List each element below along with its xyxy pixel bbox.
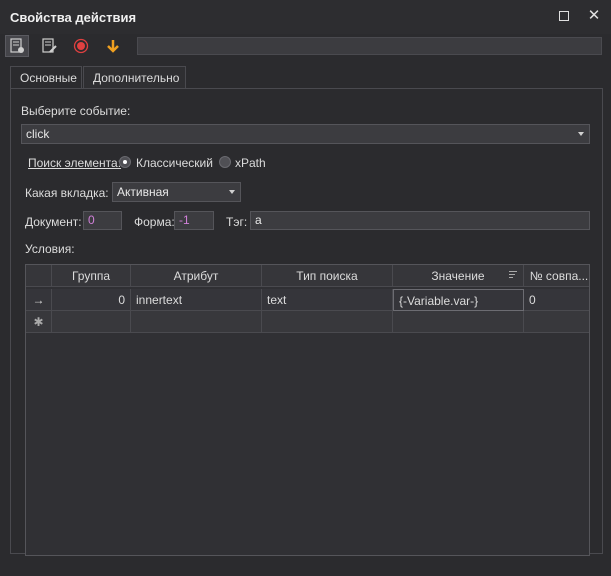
conditions-grid[interactable]: Группа Атрибут Тип поиска Значение № сов… (25, 264, 590, 556)
document-input[interactable]: 0 (83, 211, 122, 230)
browser-tab-select-value: Активная (117, 185, 169, 199)
maximize-button[interactable] (556, 8, 572, 24)
column-header-value[interactable]: Значение (393, 265, 524, 287)
form-input[interactable]: -1 (174, 211, 214, 230)
tab-main[interactable]: Основные (10, 66, 82, 88)
new-cell-value[interactable] (393, 311, 524, 333)
chevron-down-icon (578, 132, 584, 136)
record-button[interactable] (69, 35, 93, 57)
step-down-button[interactable] (101, 35, 125, 57)
event-select-value: click (26, 127, 50, 141)
new-cell-attribute[interactable] (131, 311, 262, 333)
form-label: Форма: (134, 215, 175, 229)
search-element-label: Поиск элемента: (28, 156, 122, 170)
toolbar-input[interactable] (137, 37, 602, 55)
radio-classic[interactable] (119, 156, 131, 168)
cell-attribute[interactable]: innertext (131, 289, 262, 311)
column-header-group[interactable]: Группа (52, 265, 131, 287)
edit-doc-button[interactable] (37, 35, 61, 57)
cell-match-no[interactable]: 0 (524, 289, 589, 311)
tag-label: Тэг: (226, 215, 248, 229)
conditions-label: Условия: (25, 242, 75, 256)
event-label: Выберите событие: (21, 104, 131, 118)
arrow-down-icon (107, 40, 119, 53)
cell-group[interactable]: 0 (52, 289, 131, 311)
close-button[interactable]: ✕ (586, 8, 602, 24)
cell-value[interactable]: {-Variable.var-} (393, 289, 524, 311)
sort-icon (509, 271, 517, 280)
radio-classic-label[interactable]: Классический (136, 156, 213, 170)
new-cell-search-type[interactable] (262, 311, 393, 333)
document-edit-icon (42, 38, 57, 53)
document-settings-icon (10, 38, 24, 53)
column-header-attribute[interactable]: Атрибут (131, 265, 262, 287)
grid-header: Группа Атрибут Тип поиска Значение № сов… (26, 265, 589, 287)
title-bar: Свойства действия ✕ (0, 0, 611, 35)
row-header-corner (26, 265, 52, 287)
tab-additional[interactable]: Дополнительно (83, 66, 186, 88)
document-label: Документ: (25, 215, 82, 229)
row-marker-current: → (26, 289, 52, 311)
chevron-down-icon (229, 190, 235, 194)
radio-xpath[interactable] (219, 156, 231, 168)
tag-input[interactable]: a (250, 211, 590, 230)
new-cell-match-no[interactable] (524, 311, 589, 333)
browser-tab-label: Какая вкладка: (25, 186, 109, 200)
window-title: Свойства действия (10, 10, 137, 25)
column-header-search-type[interactable]: Тип поиска (262, 265, 393, 287)
cell-search-type[interactable]: text (262, 289, 393, 311)
browser-tab-select[interactable]: Активная (112, 182, 241, 202)
new-row-marker: ✱ (26, 311, 52, 333)
record-icon (73, 38, 89, 54)
column-header-match-no[interactable]: № совпа... (524, 265, 589, 287)
radio-xpath-label[interactable]: xPath (235, 156, 266, 170)
properties-doc-button[interactable] (5, 35, 29, 57)
new-row[interactable]: ✱ (26, 311, 589, 333)
table-row[interactable]: → 0 innertext text {-Variable.var-} 0 (26, 289, 589, 311)
new-cell-group[interactable] (52, 311, 131, 333)
event-select[interactable]: click (21, 124, 590, 144)
column-header-value-label: Значение (431, 269, 485, 283)
